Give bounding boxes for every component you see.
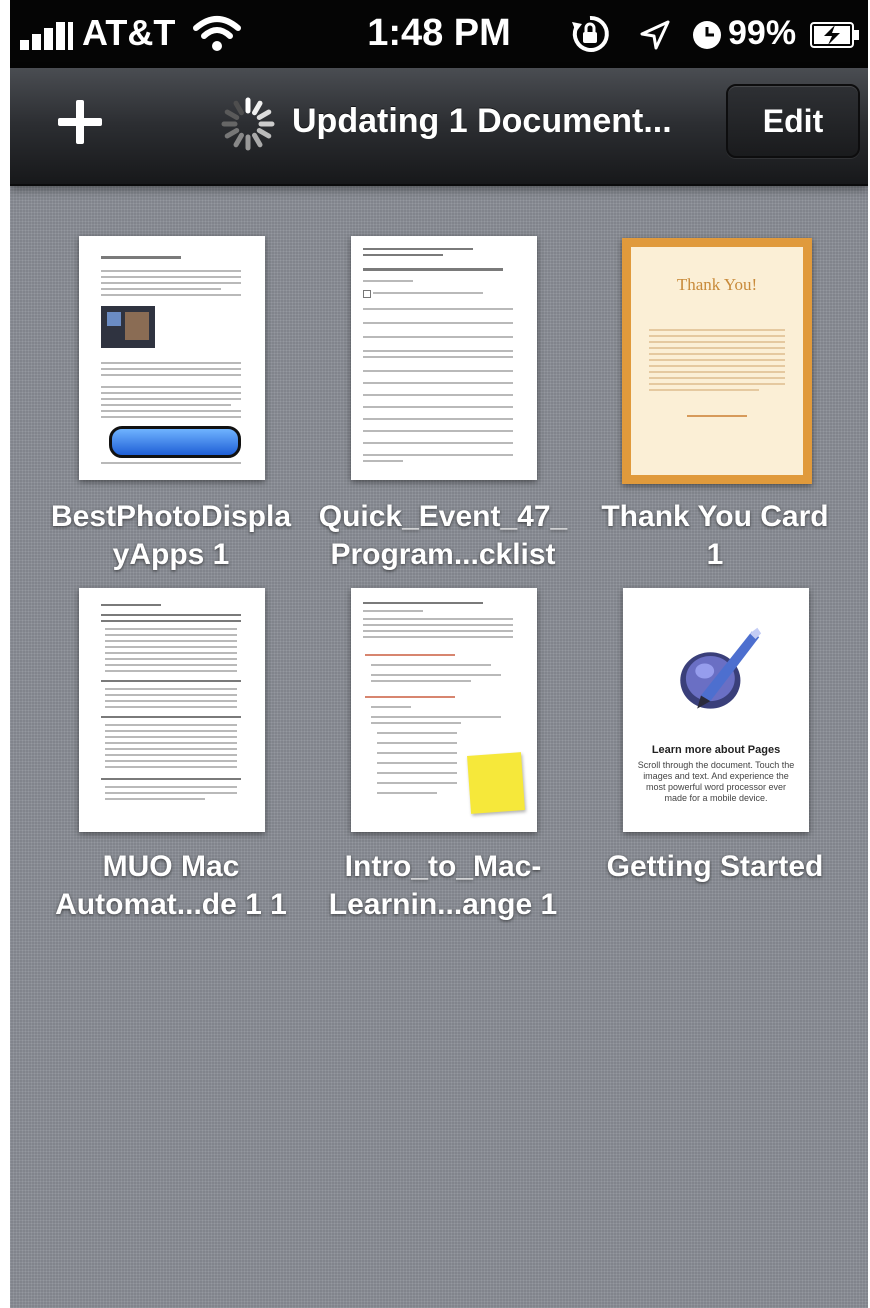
document-thumbnail[interactable] xyxy=(79,236,265,480)
document-name: Thank You Card 1 xyxy=(601,500,829,571)
document-thumbnail[interactable] xyxy=(351,236,537,480)
loading-spinner-icon xyxy=(221,97,275,151)
battery-percentage: 99% xyxy=(728,14,797,52)
pages-document-manager: AT&T 1:48 PM 99% Updating 1 Document... … xyxy=(10,0,868,1308)
document-thumbnail[interactable]: Thank You! xyxy=(622,238,812,484)
battery-charging-icon xyxy=(810,22,859,48)
sticky-note-graphic xyxy=(467,752,525,814)
document-thumbnail[interactable] xyxy=(351,588,537,832)
document-name: Quick_Event_47_ Program...cklist xyxy=(318,500,568,571)
document-name: Intro_to_Mac- Learnin...ange 1 xyxy=(328,850,558,921)
thumbnail-text: Scroll through the document. Touch the i… xyxy=(637,760,795,803)
thumbnail-title: Thank You! xyxy=(676,275,758,294)
pages-app-icon xyxy=(680,627,762,709)
document-item[interactable]: Learn more about Pages Scroll through th… xyxy=(580,588,850,928)
rotation-lock-icon xyxy=(572,15,609,52)
edit-button[interactable]: Edit xyxy=(726,84,860,158)
document-name: MUO Mac Automat...de 1 1 xyxy=(55,850,287,921)
document-name: Getting Started xyxy=(606,850,824,883)
thumbnail-button-graphic xyxy=(109,426,241,458)
status-bar: AT&T 1:48 PM 99% xyxy=(10,0,868,68)
navigation-bar: Updating 1 Document... Edit xyxy=(10,68,868,186)
document-thumbnail[interactable]: Learn more about Pages Scroll through th… xyxy=(623,588,809,832)
nav-title: Updating 1 Document... xyxy=(292,102,672,140)
alarm-clock-icon xyxy=(693,21,721,49)
document-item[interactable]: BestPhotoDispla yApps 1 xyxy=(36,236,306,576)
document-name: BestPhotoDispla yApps 1 xyxy=(50,500,292,571)
add-document-button[interactable] xyxy=(50,92,110,152)
document-item[interactable]: Thank You! Thank You Card 1 xyxy=(580,236,850,576)
document-item[interactable]: Quick_Event_47_ Program...cklist xyxy=(308,236,578,576)
document-item[interactable]: Intro_to_Mac- Learnin...ange 1 xyxy=(308,588,578,928)
document-thumbnail[interactable] xyxy=(79,588,265,832)
document-item[interactable]: MUO Mac Automat...de 1 1 xyxy=(36,588,306,928)
thumbnail-title: Learn more about Pages xyxy=(651,744,781,756)
location-arrow-icon xyxy=(640,20,670,50)
